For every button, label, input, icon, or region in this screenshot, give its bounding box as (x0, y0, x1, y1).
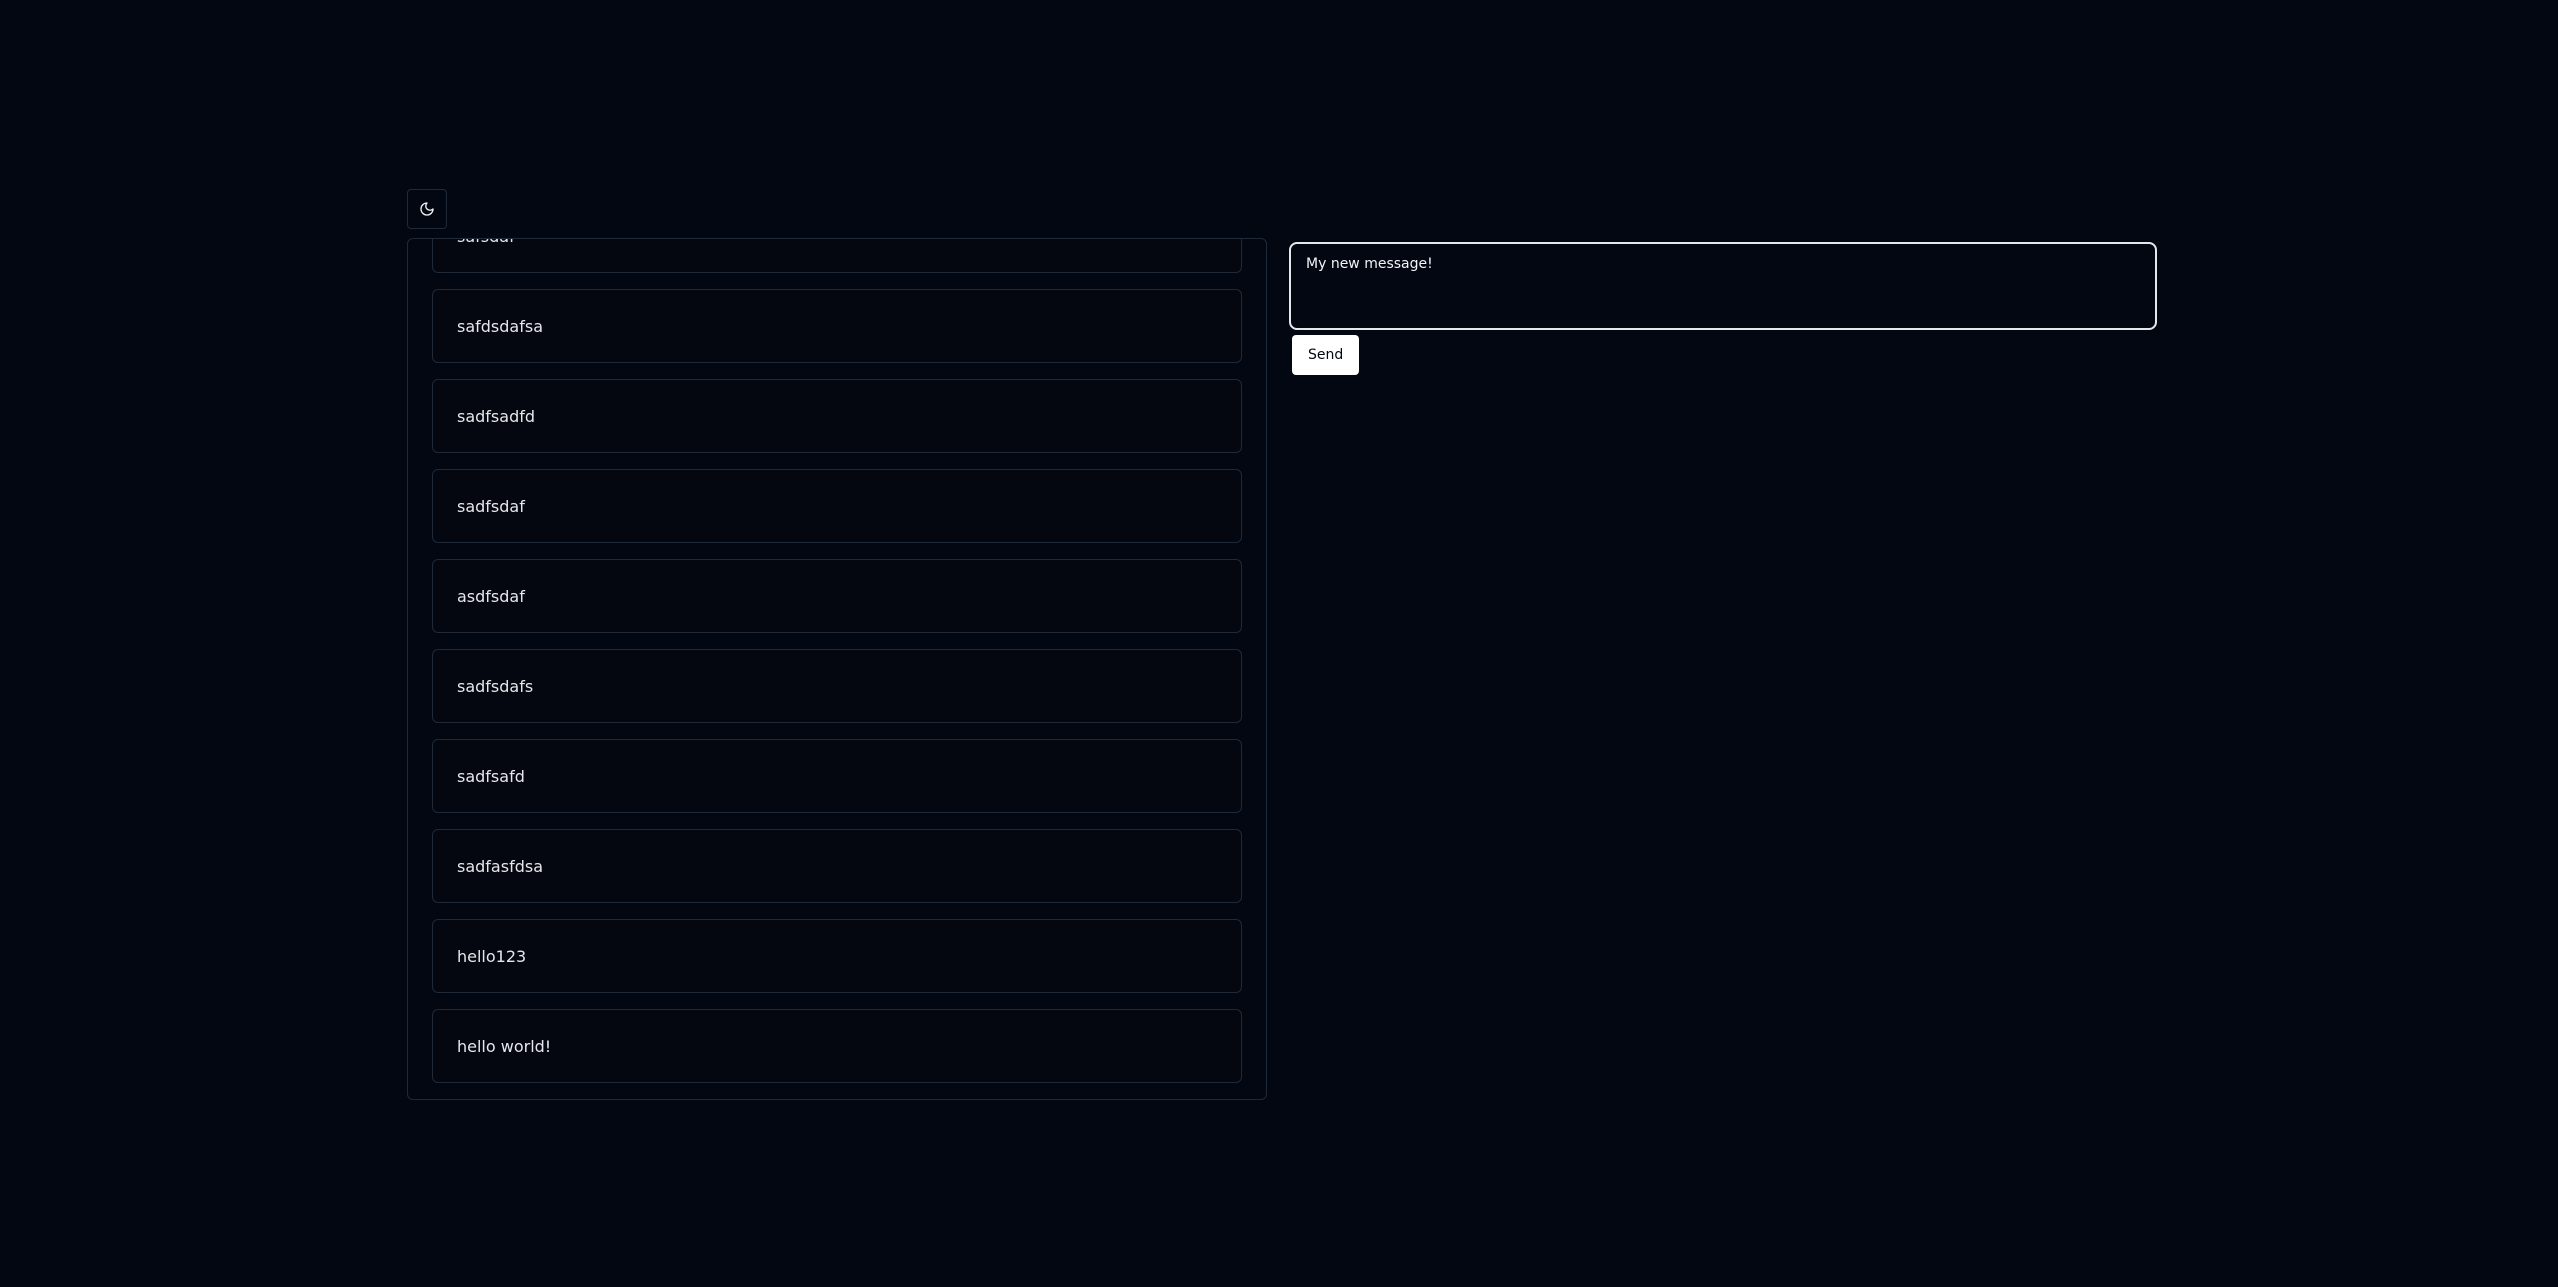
message-input[interactable]: My new message! (1289, 242, 2157, 330)
message-item: sadfasfdsa (432, 829, 1242, 903)
message-composer: My new message! Send (1289, 242, 2157, 375)
chat-page: safsdaf safdsdafsa sadfsadfd sadfsdaf as… (0, 0, 2558, 1287)
message-text: sadfsdaf (457, 496, 525, 516)
theme-toggle-button[interactable] (407, 189, 447, 229)
message-list: safsdaf safdsdafsa sadfsadfd sadfsdaf as… (432, 239, 1242, 1083)
message-text: sadfsdafs (457, 676, 534, 696)
message-text: sadfsafd (457, 766, 525, 786)
moon-icon (419, 201, 435, 217)
message-item: asdfsdaf (432, 559, 1242, 633)
message-text: safdsdafsa (457, 316, 543, 336)
message-item: hello world! (432, 1009, 1242, 1083)
message-item: sadfsafd (432, 739, 1242, 813)
message-text: sadfasfdsa (457, 856, 543, 876)
message-item: safdsdafsa (432, 289, 1242, 363)
message-text: safsdaf (457, 239, 515, 246)
message-text: hello world! (457, 1036, 552, 1056)
send-button[interactable]: Send (1292, 335, 1360, 375)
message-text: asdfsdaf (457, 586, 525, 606)
message-item: hello123 (432, 919, 1242, 993)
message-text: sadfsadfd (457, 406, 536, 426)
message-list-panel[interactable]: safsdaf safdsdafsa sadfsadfd sadfsdaf as… (407, 238, 1267, 1100)
message-item: sadfsdafs (432, 649, 1242, 723)
message-item: safsdaf (432, 239, 1242, 273)
message-item: sadfsdaf (432, 469, 1242, 543)
message-item: sadfsadfd (432, 379, 1242, 453)
message-text: hello123 (457, 946, 527, 966)
